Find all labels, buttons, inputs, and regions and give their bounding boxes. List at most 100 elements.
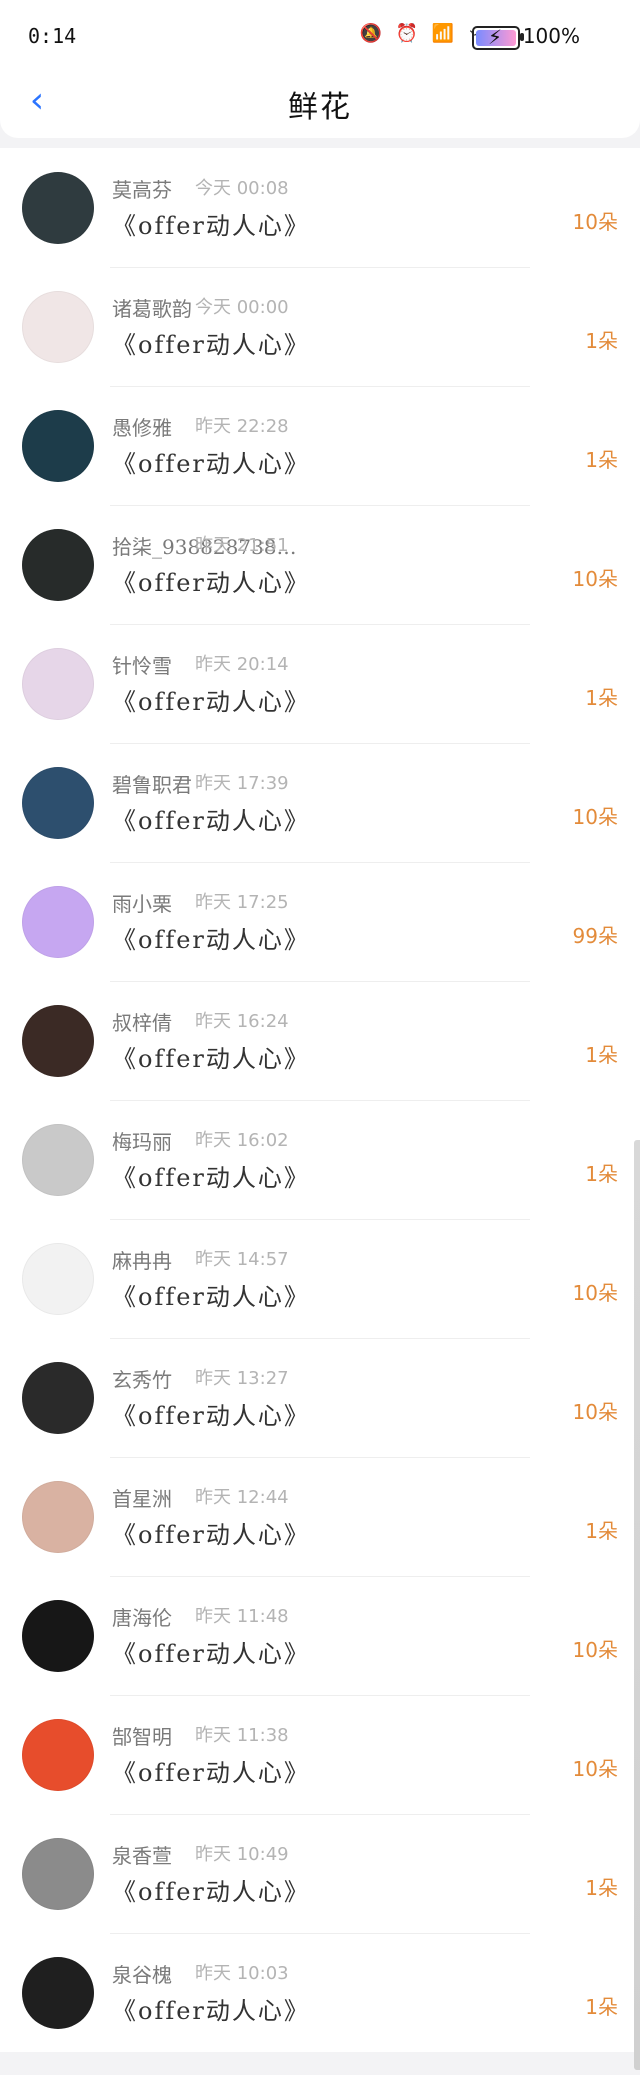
timestamp: 昨天 21:51	[195, 535, 289, 556]
work-title: 《offer动人心》	[112, 450, 310, 478]
user-name[interactable]: 泉谷槐	[112, 1959, 172, 1988]
work-title: 《offer动人心》	[112, 1878, 310, 1906]
avatar[interactable]	[22, 1005, 94, 1077]
list-item[interactable]: 拾柒_938828738… 昨天 21:51 《offer动人心》 10朵	[0, 505, 640, 624]
avatar[interactable]	[22, 1600, 94, 1672]
work-title: 《offer动人心》	[112, 1997, 310, 2025]
work-title: 《offer动人心》	[112, 1283, 310, 1311]
flower-count: 10朵	[572, 567, 618, 591]
avatar[interactable]	[22, 1719, 94, 1791]
work-title: 《offer动人心》	[112, 1640, 310, 1668]
alarm-icon: ⏰	[395, 22, 419, 44]
list-item[interactable]: 愚修雅 昨天 22:28 《offer动人心》 1朵	[0, 386, 640, 505]
flower-count: 10朵	[572, 1757, 618, 1781]
timestamp: 昨天 16:02	[195, 1130, 289, 1151]
flower-count: 1朵	[585, 329, 618, 353]
user-name[interactable]: 诸葛歌韵	[112, 293, 192, 322]
user-name[interactable]: 麻冉冉	[112, 1245, 172, 1274]
status-bar: 0:14 🔕 ⏰ 📶 〰 ⚡ 100%	[0, 0, 640, 64]
avatar[interactable]	[22, 1838, 94, 1910]
work-title: 《offer动人心》	[112, 1045, 310, 1073]
user-name[interactable]: 莫高芬	[112, 174, 172, 203]
page-title: 鲜花	[288, 90, 352, 125]
avatar[interactable]	[22, 291, 94, 363]
work-title: 《offer动人心》	[112, 807, 310, 835]
work-title: 《offer动人心》	[112, 569, 310, 597]
timestamp: 昨天 17:25	[195, 892, 289, 913]
timestamp: 昨天 17:39	[195, 773, 289, 794]
user-name[interactable]: 玄秀竹	[112, 1364, 172, 1393]
avatar[interactable]	[22, 648, 94, 720]
list-item[interactable]: 莫高芬 今天 00:08 《offer动人心》 10朵	[0, 148, 640, 267]
avatar[interactable]	[22, 1957, 94, 2029]
timestamp: 今天 00:00	[195, 297, 289, 318]
list-item[interactable]: 麻冉冉 昨天 14:57 《offer动人心》 10朵	[0, 1219, 640, 1338]
work-title: 《offer动人心》	[112, 331, 310, 359]
nav-bar: ‹ 鲜花	[0, 64, 640, 138]
list-item[interactable]: 针怜雪 昨天 20:14 《offer动人心》 1朵	[0, 624, 640, 743]
work-title: 《offer动人心》	[112, 1759, 310, 1787]
user-name[interactable]: 愚修雅	[112, 412, 172, 441]
flower-count: 10朵	[572, 1400, 618, 1424]
flower-count: 1朵	[585, 1162, 618, 1186]
list-item[interactable]: 碧鲁职君 昨天 17:39 《offer动人心》 10朵	[0, 743, 640, 862]
user-name[interactable]: 碧鲁职君	[112, 769, 192, 798]
flower-count: 1朵	[585, 1995, 618, 2019]
flower-count: 1朵	[585, 448, 618, 472]
scrollbar[interactable]	[634, 1140, 640, 2070]
avatar[interactable]	[22, 1243, 94, 1315]
work-title: 《offer动人心》	[112, 1521, 310, 1549]
flower-count: 10朵	[572, 805, 618, 829]
list-item[interactable]: 叔梓倩 昨天 16:24 《offer动人心》 1朵	[0, 981, 640, 1100]
battery-icon: ⚡	[472, 25, 524, 50]
list-item[interactable]: 雨小栗 昨天 17:25 《offer动人心》 99朵	[0, 862, 640, 981]
user-name[interactable]: 首星洲	[112, 1483, 172, 1512]
flower-count: 1朵	[585, 1043, 618, 1067]
avatar[interactable]	[22, 1481, 94, 1553]
timestamp: 昨天 16:24	[195, 1011, 289, 1032]
user-name[interactable]: 郜智明	[112, 1721, 172, 1750]
avatar[interactable]	[22, 767, 94, 839]
flower-count: 1朵	[585, 1519, 618, 1543]
work-title: 《offer动人心》	[112, 688, 310, 716]
flower-count: 1朵	[585, 1876, 618, 1900]
list-item[interactable]: 泉谷槐 昨天 10:03 《offer动人心》 1朵	[0, 1933, 640, 2052]
list-item[interactable]: 泉香萱 昨天 10:49 《offer动人心》 1朵	[0, 1814, 640, 1933]
flower-count: 10朵	[572, 1638, 618, 1662]
user-name[interactable]: 叔梓倩	[112, 1007, 172, 1036]
list-item[interactable]: 唐海伦 昨天 11:48 《offer动人心》 10朵	[0, 1576, 640, 1695]
flower-count: 10朵	[572, 1281, 618, 1305]
user-name[interactable]: 梅玛丽	[112, 1126, 172, 1155]
timestamp: 昨天 11:48	[195, 1606, 289, 1627]
timestamp: 昨天 13:27	[195, 1368, 289, 1389]
list-item[interactable]: 郜智明 昨天 11:38 《offer动人心》 10朵	[0, 1695, 640, 1814]
list-item[interactable]: 首星洲 昨天 12:44 《offer动人心》 1朵	[0, 1457, 640, 1576]
timestamp: 昨天 22:28	[195, 416, 289, 437]
user-name[interactable]: 雨小栗	[112, 888, 172, 917]
work-title: 《offer动人心》	[112, 1402, 310, 1430]
gift-list: 莫高芬 今天 00:08 《offer动人心》 10朵 诸葛歌韵 今天 00:00 《off…	[0, 148, 640, 2052]
timestamp: 昨天 11:38	[195, 1725, 289, 1746]
flower-count: 1朵	[585, 686, 618, 710]
avatar[interactable]	[22, 1124, 94, 1196]
timestamp: 昨天 10:49	[195, 1844, 289, 1865]
hd-signal-icon: 📶	[431, 22, 455, 44]
user-name[interactable]: 针怜雪	[112, 650, 172, 679]
list-item[interactable]: 诸葛歌韵 今天 00:00 《offer动人心》 1朵	[0, 267, 640, 386]
flower-count: 99朵	[572, 924, 618, 948]
flower-count: 10朵	[572, 210, 618, 234]
user-name[interactable]: 唐海伦	[112, 1602, 172, 1631]
timestamp: 昨天 10:03	[195, 1963, 289, 1984]
list-item[interactable]: 玄秀竹 昨天 13:27 《offer动人心》 10朵	[0, 1338, 640, 1457]
user-name[interactable]: 泉香萱	[112, 1840, 172, 1869]
avatar[interactable]	[22, 529, 94, 601]
avatar[interactable]	[22, 172, 94, 244]
timestamp: 昨天 12:44	[195, 1487, 289, 1508]
avatar[interactable]	[22, 1362, 94, 1434]
timestamp: 今天 00:08	[195, 178, 289, 199]
avatar[interactable]	[22, 410, 94, 482]
work-title: 《offer动人心》	[112, 212, 310, 240]
list-item[interactable]: 梅玛丽 昨天 16:02 《offer动人心》 1朵	[0, 1100, 640, 1219]
avatar[interactable]	[22, 886, 94, 958]
work-title: 《offer动人心》	[112, 926, 310, 954]
